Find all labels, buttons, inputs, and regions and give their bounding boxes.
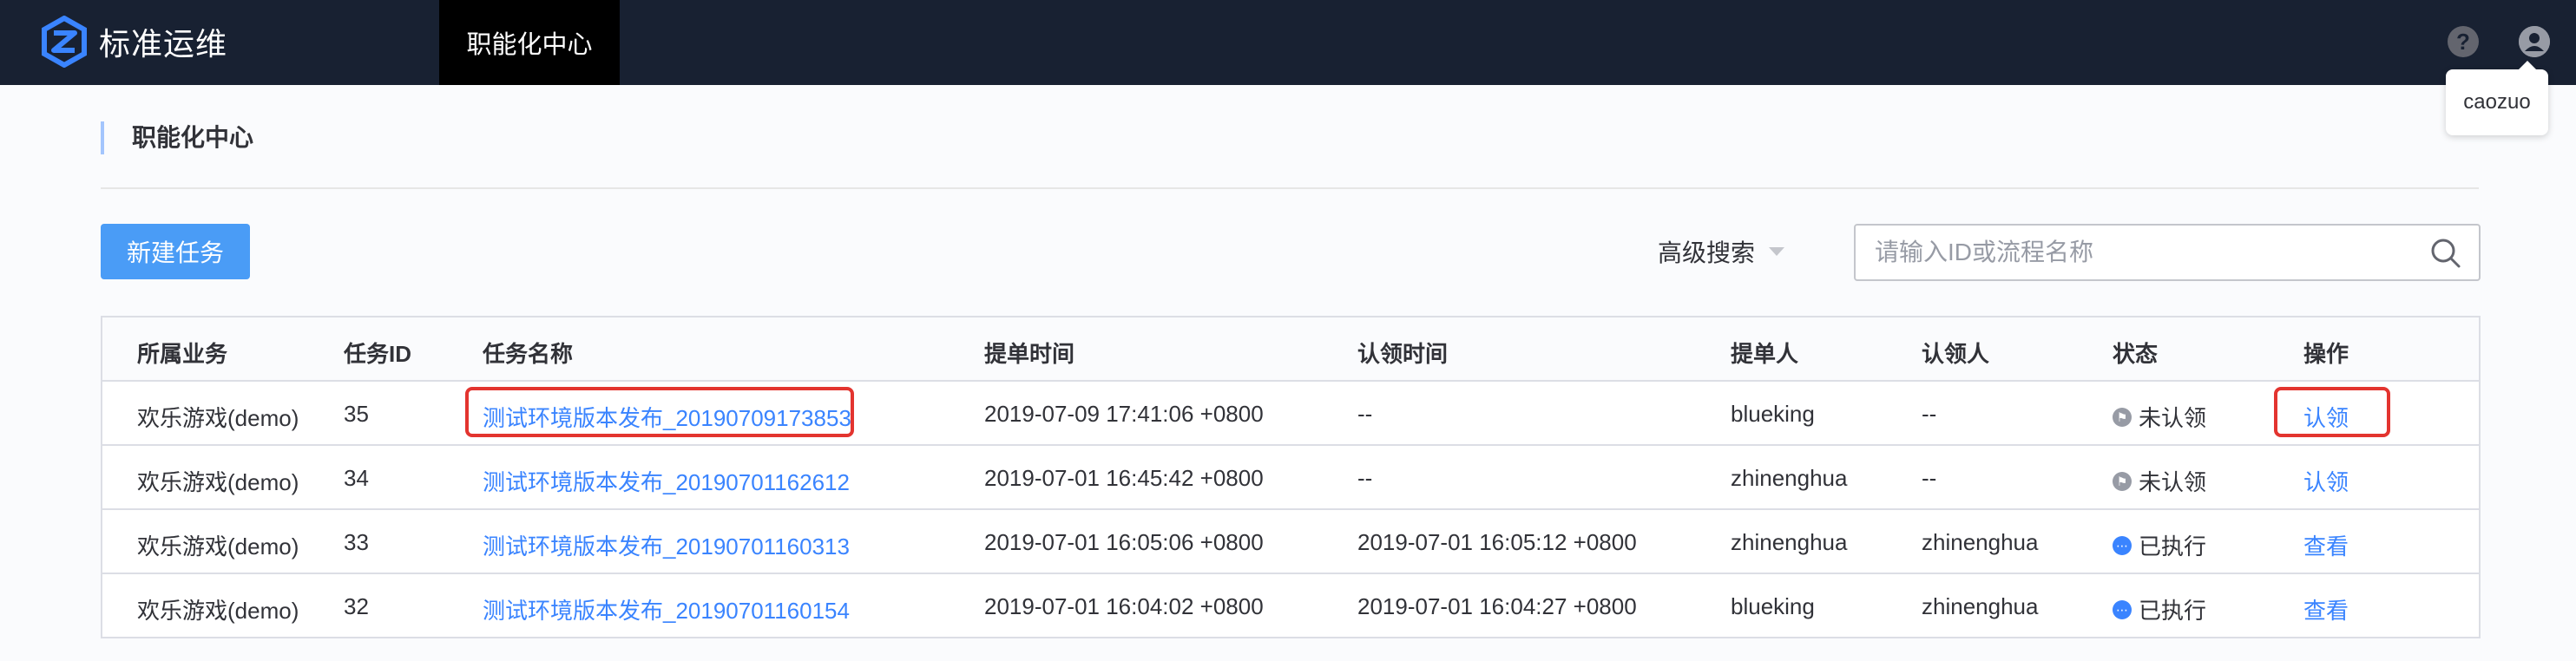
cell-task-id: 34 — [344, 465, 369, 491]
search-box — [1854, 224, 2481, 281]
app-title: 标准运维 — [99, 26, 228, 62]
cell-claim-time: -- — [1357, 465, 1373, 491]
advanced-search-toggle[interactable]: 高级搜索 — [1658, 234, 1785, 269]
cell-submitter: blueking — [1731, 593, 1815, 619]
cell-submit-time: 2019-07-01 16:45:42 +0800 — [984, 465, 1264, 491]
header-business: 所属业务 — [137, 341, 228, 367]
user-avatar-icon[interactable] — [2519, 26, 2550, 57]
status-text: 未认领 — [2139, 469, 2207, 495]
unclaimed-status-icon: ⚑ — [2113, 407, 2132, 427]
task-name-link[interactable]: 测试环境版本发布_20190701160313 — [483, 529, 850, 561]
status-badge: ⚑ 未认领 — [2113, 401, 2206, 433]
nav-item-functional-center[interactable]: 职能化中心 — [439, 0, 620, 85]
cell-submitter: zhinenghua — [1731, 465, 1848, 491]
search-icon[interactable] — [2428, 236, 2463, 271]
header-claim-time: 认领时间 — [1357, 341, 1449, 367]
title-divider — [101, 187, 2479, 189]
logo-icon — [42, 16, 87, 68]
caret-down-icon — [1769, 247, 1785, 256]
cell-business: 欢乐游戏(demo) — [137, 598, 299, 624]
cell-task-id: 33 — [344, 529, 369, 555]
cell-claimer: zhinenghua — [1922, 593, 2039, 619]
table-row: 欢乐游戏(demo) 35 测试环境版本发布_20190709173853 20… — [102, 382, 2479, 446]
header-action: 操作 — [2303, 341, 2349, 367]
highlight-box-claim — [2274, 387, 2390, 437]
task-table: 所属业务 任务ID 任务名称 提单时间 认领时间 提单人 认领人 状态 操作 欢… — [101, 316, 2481, 638]
cell-business: 欢乐游戏(demo) — [137, 469, 299, 495]
cell-claim-time: -- — [1357, 401, 1373, 427]
cell-business: 欢乐游戏(demo) — [137, 405, 299, 431]
table-header: 所属业务 任务ID 任务名称 提单时间 认领时间 提单人 认领人 状态 操作 — [102, 317, 2479, 382]
status-text: 未认领 — [2139, 405, 2207, 431]
header-submit-time: 提单时间 — [984, 341, 1075, 367]
task-name-link[interactable]: 测试环境版本发布_20190701160154 — [483, 593, 850, 625]
status-text: 已执行 — [2139, 533, 2207, 560]
cell-submitter: blueking — [1731, 401, 1815, 427]
highlight-box-task-name — [465, 387, 854, 437]
top-navigation-bar: 标准运维 职能化中心 ? — [0, 0, 2576, 85]
header-submitter: 提单人 — [1731, 341, 1799, 367]
cell-claimer: -- — [1922, 465, 1937, 491]
header-task-id: 任务ID — [344, 341, 412, 367]
cell-claim-time: 2019-07-01 16:05:12 +0800 — [1357, 529, 1637, 555]
header-claimer: 认领人 — [1922, 341, 1990, 367]
executed-status-icon: ⋯ — [2113, 599, 2132, 619]
username-tooltip: caozuo — [2446, 61, 2548, 135]
new-task-button[interactable]: 新建任务 — [101, 224, 250, 279]
cell-submit-time: 2019-07-01 16:05:06 +0800 — [984, 529, 1264, 555]
app-logo[interactable]: 标准运维 — [38, 16, 227, 68]
status-badge: ⚑ 未认领 — [2113, 465, 2206, 497]
cell-business: 欢乐游戏(demo) — [137, 533, 299, 560]
table-row: 欢乐游戏(demo) 34 测试环境版本发布_20190701162612 20… — [102, 446, 2479, 510]
help-icon[interactable]: ? — [2448, 26, 2479, 57]
view-link[interactable]: 查看 — [2303, 529, 2349, 561]
status-badge: ⋯ 已执行 — [2113, 593, 2206, 625]
executed-status-icon: ⋯ — [2113, 535, 2132, 555]
cell-claimer: -- — [1922, 401, 1937, 427]
unclaimed-status-icon: ⚑ — [2113, 471, 2132, 491]
advanced-search-label: 高级搜索 — [1658, 239, 1756, 266]
cell-submit-time: 2019-07-09 17:41:06 +0800 — [984, 401, 1264, 427]
page-title: 职能化中心 — [101, 121, 253, 154]
search-input[interactable] — [1873, 232, 2397, 272]
task-name-link[interactable]: 测试环境版本发布_20190701162612 — [483, 465, 850, 497]
claim-link[interactable]: 认领 — [2303, 465, 2349, 497]
view-link[interactable]: 查看 — [2303, 593, 2349, 625]
header-status: 状态 — [2113, 341, 2159, 367]
table-row: 欢乐游戏(demo) 33 测试环境版本发布_20190701160313 20… — [102, 510, 2479, 574]
user-icon — [2519, 26, 2550, 57]
cell-claim-time: 2019-07-01 16:04:27 +0800 — [1357, 593, 1637, 619]
status-text: 已执行 — [2139, 598, 2207, 624]
status-badge: ⋯ 已执行 — [2113, 529, 2206, 561]
cell-submitter: zhinenghua — [1731, 529, 1848, 555]
cell-task-id: 35 — [344, 401, 369, 427]
table-row: 欢乐游戏(demo) 32 测试环境版本发布_20190701160154 20… — [102, 574, 2479, 637]
cell-task-id: 32 — [344, 593, 369, 619]
cell-claimer: zhinenghua — [1922, 529, 2039, 555]
header-task-name: 任务名称 — [483, 341, 574, 367]
cell-submit-time: 2019-07-01 16:04:02 +0800 — [984, 593, 1264, 619]
